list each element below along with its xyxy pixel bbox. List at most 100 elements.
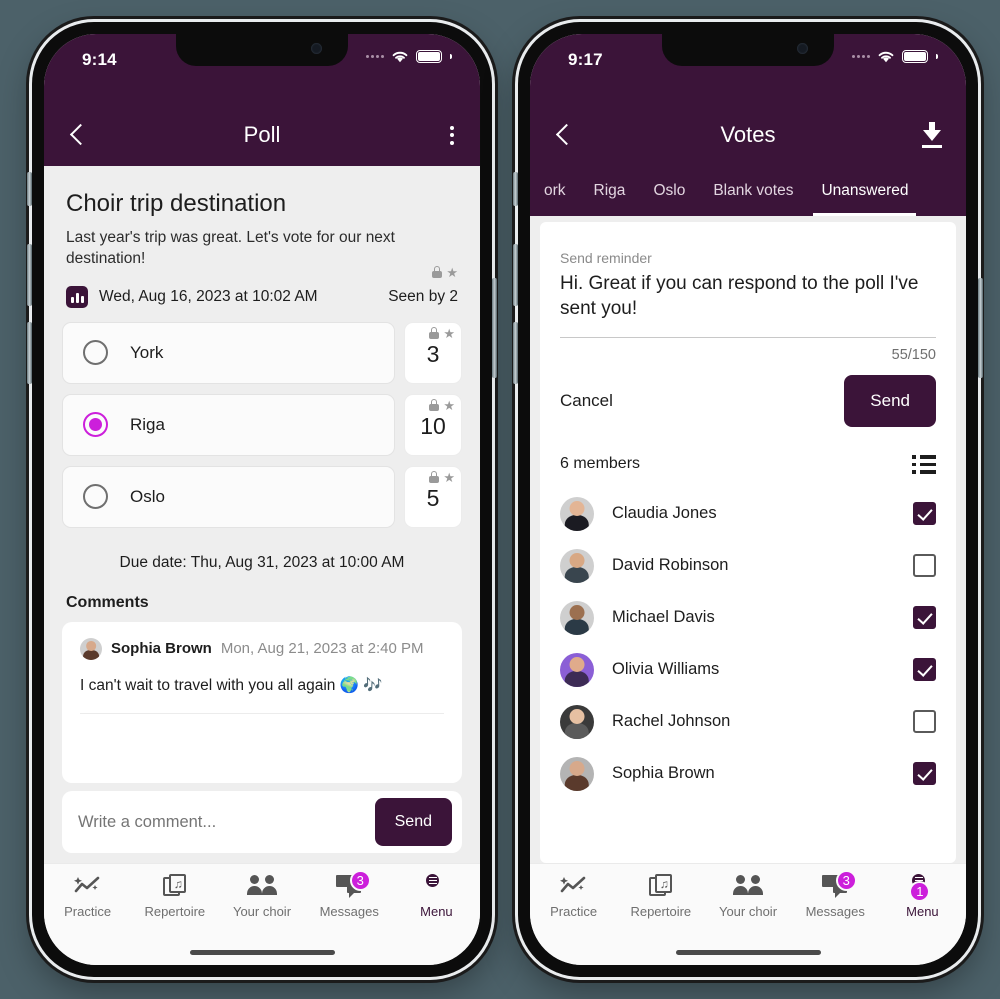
menu-badge: 1 xyxy=(909,881,931,902)
avatar xyxy=(560,548,594,583)
cancel-button[interactable]: Cancel xyxy=(560,391,613,411)
members-count: 6 members xyxy=(560,455,641,473)
tab-riga[interactable]: Riga xyxy=(580,166,640,216)
poll-options-list: York ★ 3 Riga ★ 10 Oslo ★ 5 xyxy=(44,308,480,528)
phone-device-right: 9:17 Votes ork Riga Oslo Blank votes Una… xyxy=(513,22,983,977)
comments-heading: Comments xyxy=(66,593,149,611)
phone-screen-right: 9:17 Votes ork Riga Oslo Blank votes Una… xyxy=(530,34,966,965)
member-checkbox[interactable] xyxy=(913,554,936,578)
nav-item-practice[interactable]: Practice xyxy=(44,873,131,919)
comment-composer: Send xyxy=(44,783,480,863)
radio-button[interactable] xyxy=(83,340,108,366)
messages-badge: 3 xyxy=(835,870,857,891)
poll-option-york[interactable]: York xyxy=(62,321,395,384)
poll-meta-row: ★ Wed, Aug 16, 2023 at 10:02 AM Seen by … xyxy=(44,266,480,308)
volume-down-button[interactable] xyxy=(513,322,518,384)
battery-icon xyxy=(902,50,928,63)
reminder-message[interactable]: Hi. Great if you can respond to the poll… xyxy=(560,266,936,321)
star-icon: ★ xyxy=(443,325,455,341)
member-checkbox[interactable] xyxy=(913,710,936,734)
kebab-menu-icon[interactable] xyxy=(446,122,458,149)
phone-screen-left: 9:14 Poll Choir trip destination Last ye… xyxy=(44,34,480,965)
count-flags: ★ xyxy=(429,471,455,484)
count-flags: ★ xyxy=(429,399,455,412)
tab-blank-votes[interactable]: Blank votes xyxy=(699,166,807,216)
star-icon: ★ xyxy=(446,264,458,280)
status-indicators xyxy=(366,50,452,63)
back-icon[interactable] xyxy=(552,122,578,148)
member-name: Olivia Williams xyxy=(612,660,720,679)
home-indicator xyxy=(44,939,480,965)
phone-device-left: 9:14 Poll Choir trip destination Last ye… xyxy=(27,22,497,977)
nav-label: Practice xyxy=(64,904,112,919)
list-item[interactable]: Claudia Jones xyxy=(560,488,936,540)
nav-item-menu[interactable]: Menu xyxy=(393,873,480,919)
avatar xyxy=(560,704,594,739)
nav-item-messages[interactable]: 3 Messages xyxy=(792,870,879,919)
tab-york[interactable]: ork xyxy=(530,166,580,216)
comment-input[interactable] xyxy=(78,812,375,832)
send-comment-button[interactable]: Send xyxy=(374,798,452,846)
volume-down-button[interactable] xyxy=(27,322,32,384)
mute-switch[interactable] xyxy=(27,172,32,206)
mute-switch[interactable] xyxy=(513,172,518,206)
nav-label: Menu xyxy=(420,904,453,919)
page-title: Votes xyxy=(720,122,776,147)
list-item[interactable]: Sophia Brown xyxy=(560,748,936,800)
reminder-sheet: Send reminder Hi. Great if you can respo… xyxy=(540,222,956,863)
list-item[interactable]: Michael Davis xyxy=(560,592,936,644)
nav-item-repertoire[interactable]: ♫ Repertoire xyxy=(617,873,704,919)
people-icon xyxy=(733,873,763,899)
poll-option-riga[interactable]: Riga xyxy=(62,393,395,456)
poll-description: Last year's trip was great. Let's vote f… xyxy=(66,229,395,267)
list-view-icon[interactable] xyxy=(912,455,936,474)
avatar xyxy=(560,496,594,531)
nav-label: Messages xyxy=(319,904,379,919)
status-clock: 9:17 xyxy=(568,50,603,69)
power-button[interactable] xyxy=(492,278,497,378)
volume-up-button[interactable] xyxy=(27,244,32,306)
poll-option-oslo[interactable]: Oslo xyxy=(62,465,395,528)
poll-chart-icon xyxy=(66,285,88,308)
tab-oslo[interactable]: Oslo xyxy=(639,166,699,216)
people-icon xyxy=(247,873,277,899)
back-icon[interactable] xyxy=(66,122,92,148)
poll-option-count: ★ 10 xyxy=(404,393,462,456)
radio-button-selected[interactable] xyxy=(83,412,108,438)
comment-item: Sophia Brown Mon, Aug 21, 2023 at 2:40 P… xyxy=(62,621,462,783)
comment-header: Sophia Brown Mon, Aug 21, 2023 at 2:40 P… xyxy=(80,637,444,660)
nav-label: Repertoire xyxy=(144,904,206,919)
home-indicator xyxy=(530,939,966,965)
vote-count: 3 xyxy=(426,340,440,367)
list-item[interactable]: David Robinson xyxy=(560,540,936,592)
poll-option-row: Riga ★ 10 xyxy=(62,393,462,456)
practice-chart-icon xyxy=(74,873,101,899)
wifi-icon xyxy=(392,51,408,63)
app-header-left: Poll xyxy=(44,104,480,166)
votes-tabs: ork Riga Oslo Blank votes Unanswered xyxy=(530,166,966,216)
volume-up-button[interactable] xyxy=(513,244,518,306)
list-item[interactable]: Rachel Johnson xyxy=(560,696,936,748)
member-name: Claudia Jones xyxy=(612,504,717,523)
member-checkbox[interactable] xyxy=(913,606,936,630)
download-icon[interactable] xyxy=(920,122,944,148)
reminder-actions: Cancel Send xyxy=(560,363,936,428)
nav-item-repertoire[interactable]: ♫ Repertoire xyxy=(131,873,218,919)
radio-button[interactable] xyxy=(83,484,108,510)
nav-item-menu[interactable]: 1 Menu xyxy=(879,873,966,919)
nav-item-practice[interactable]: Practice xyxy=(530,873,617,919)
nav-item-your-choir[interactable]: Your choir xyxy=(704,873,791,919)
member-checkbox[interactable] xyxy=(913,502,936,526)
reminder-label: Send reminder xyxy=(560,250,652,266)
vote-count: 5 xyxy=(426,484,440,511)
front-camera-icon xyxy=(311,43,322,54)
power-button[interactable] xyxy=(978,278,983,378)
member-checkbox[interactable] xyxy=(913,658,936,682)
member-checkbox[interactable] xyxy=(913,762,936,786)
send-reminder-button[interactable]: Send xyxy=(844,375,936,428)
poll-option-label: Riga xyxy=(130,414,165,434)
tab-unanswered[interactable]: Unanswered xyxy=(807,166,922,216)
list-item[interactable]: Olivia Williams xyxy=(560,644,936,696)
nav-item-messages[interactable]: 3 Messages xyxy=(306,870,393,919)
nav-item-your-choir[interactable]: Your choir xyxy=(218,873,305,919)
